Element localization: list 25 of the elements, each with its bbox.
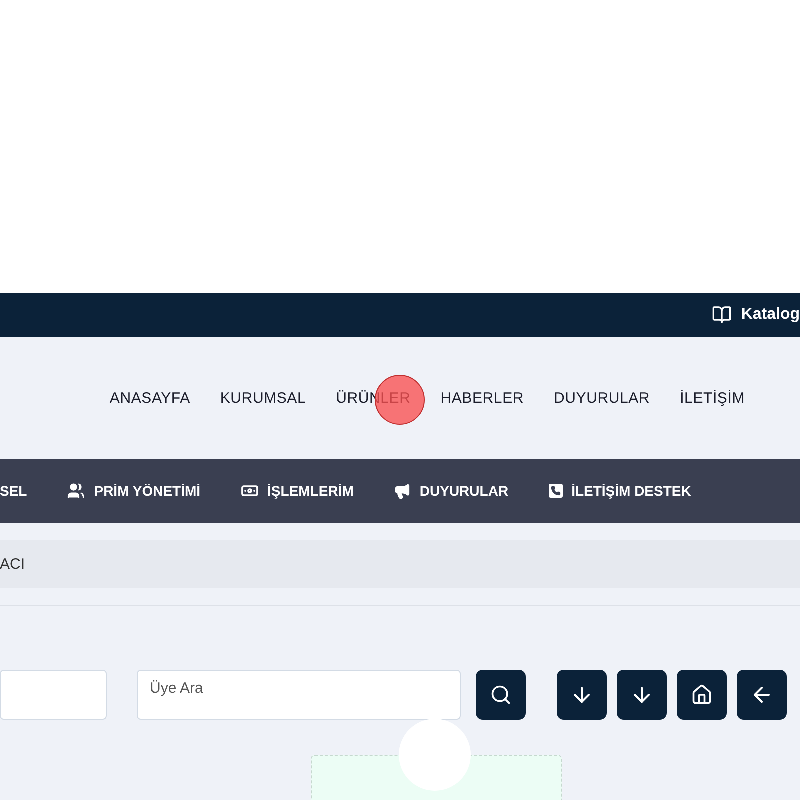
breadcrumb-text: ACI	[0, 556, 26, 572]
input-field[interactable]	[0, 670, 107, 720]
home-button[interactable]	[677, 670, 727, 720]
menu-item[interactable]: SEL	[0, 483, 28, 499]
download-button[interactable]	[557, 670, 607, 720]
catalog-link[interactable]: Katalog	[712, 305, 800, 325]
download-button[interactable]	[617, 670, 667, 720]
back-button[interactable]	[737, 670, 787, 720]
phone-icon	[548, 484, 563, 498]
menu-item[interactable]: DUYURULAR	[394, 482, 509, 500]
nav-link[interactable]: KURUMSAL	[220, 390, 306, 406]
search-button[interactable]	[476, 670, 526, 720]
search-icon	[490, 684, 512, 706]
megaphone-icon	[394, 482, 411, 500]
nav-link[interactable]: ANASAYFA	[110, 390, 190, 406]
nav-link[interactable]: HABERLER	[440, 390, 524, 406]
book-icon	[712, 305, 732, 325]
menu-item[interactable]: İŞLEMLERİM	[240, 482, 354, 500]
nav-link[interactable]: İLETİŞİM	[680, 390, 745, 406]
users-icon	[67, 482, 86, 500]
menu-item[interactable]: İLETİŞİM DESTEK	[548, 483, 692, 499]
search-field[interactable]: Üye Ara	[137, 670, 461, 720]
menu-item[interactable]: PRİM YÖNETİMİ	[67, 482, 201, 500]
nav-link[interactable]: DUYURULAR	[554, 390, 650, 406]
home-icon	[691, 684, 713, 706]
